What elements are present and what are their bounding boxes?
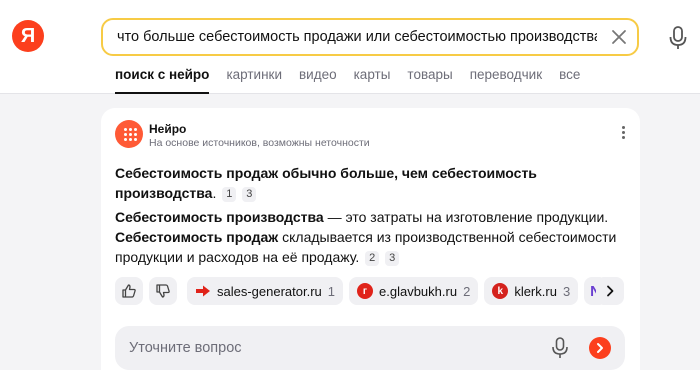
source-chip[interactable]: k klerk.ru 3 [484,277,579,305]
term-sales-cost: Себестоимость продаж [115,229,279,245]
search-box[interactable] [101,18,639,56]
reference-badge[interactable]: 1 [222,187,237,202]
tab-all[interactable]: все [559,67,580,94]
tab-images[interactable]: картинки [226,67,282,94]
thumbs-up-icon [122,284,136,298]
like-button[interactable] [115,277,143,305]
tab-products[interactable]: товары [407,67,452,94]
close-icon[interactable] [609,27,629,47]
microphone-icon[interactable] [668,26,688,50]
source-number: 2 [463,283,471,299]
answer-summary-bold: Себестоимость продаж обычно больше, чем … [115,165,537,201]
answer-actions: sales-generator.ru 1 г e.glavbukh.ru 2 k… [115,277,609,305]
reference-badge[interactable]: 2 [365,251,380,266]
term-production-cost: Себестоимость производства [115,209,324,225]
answer-summary-text: . [212,185,217,201]
chevron-right-icon [607,285,614,297]
source-name: e.glavbukh.ru [379,283,458,299]
arrow-right-icon [597,343,603,353]
search-input[interactable] [117,20,597,54]
tab-maps[interactable]: карты [354,67,391,94]
dislike-button[interactable] [149,277,177,305]
tab-video[interactable]: видео [299,67,337,94]
source-number: 3 [562,283,571,299]
followup-input[interactable] [129,326,529,370]
yandex-logo[interactable]: Я [12,20,44,52]
header: Я поиск с нейро картинки видео карты тов… [0,0,700,94]
source-name: klerk.ru [514,283,557,299]
answer-details: Себестоимость производства — это затраты… [115,207,625,267]
neuro-answer-card: Нейро На основе источников, возможны нет… [101,108,640,370]
next-sources-button[interactable] [596,277,624,305]
glavbukh-icon: г [357,283,374,299]
tab-translator[interactable]: переводчик [470,67,542,94]
answer-summary: Себестоимость продаж обычно больше, чем … [115,163,625,203]
reference-badge[interactable]: 3 [385,251,400,266]
more-options-icon[interactable] [622,126,626,140]
neuro-title: Нейро [149,122,187,136]
thumbs-down-icon [156,284,170,298]
source-number: 1 [327,283,336,299]
tab-neuro[interactable]: поиск с нейро [115,67,210,94]
arrow-right-icon [196,285,210,297]
neuro-subtitle: На основе источников, возможны неточност… [149,137,370,149]
reference-badge[interactable]: 3 [242,187,257,202]
source-name: sales-generator.ru [217,283,322,299]
send-button[interactable] [589,337,611,359]
followup-box[interactable] [115,326,625,370]
definition-text: — это затраты на изготовление продукции. [323,209,609,225]
klerk-icon: k [492,283,509,299]
neuro-logo-icon [115,120,143,148]
source-chip[interactable]: sales-generator.ru 1 [187,277,344,305]
source-chip[interactable]: г e.glavbukh.ru 2 [349,277,479,305]
search-tabs: поиск с нейро картинки видео карты товар… [115,67,597,94]
microphone-icon[interactable] [551,337,569,359]
